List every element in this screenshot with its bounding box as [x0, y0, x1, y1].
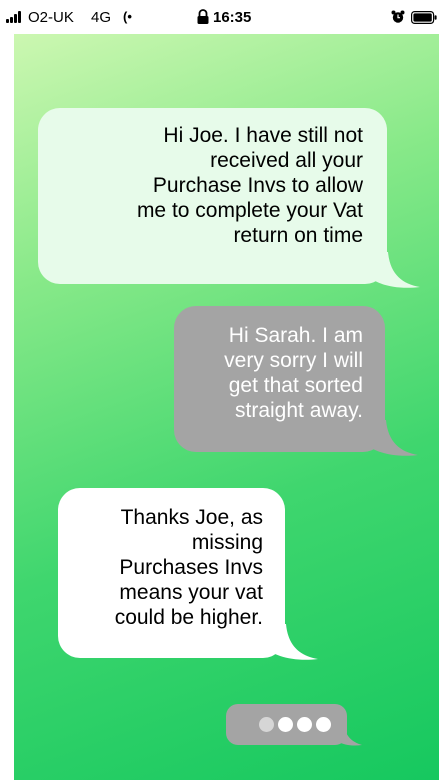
typing-dots-icon	[297, 717, 312, 732]
typing-dots-icon	[259, 717, 274, 732]
signal-bars-icon	[6, 11, 26, 23]
message-line: get that sorted	[228, 374, 363, 397]
status-bar: O2-UK 4G (• 16:35	[0, 0, 439, 34]
typing-dots-icon	[316, 717, 331, 732]
bubble-tail	[332, 724, 362, 746]
wifi-calling-icon: (•	[123, 9, 132, 24]
battery-icon	[411, 11, 437, 24]
message-line: straight away.	[235, 399, 363, 422]
message-line: Purchases Invs	[119, 556, 263, 579]
message-line: return on time	[233, 224, 363, 247]
network-type: 4G	[91, 9, 112, 26]
bubble-tail	[364, 420, 418, 456]
message-line: could be higher.	[114, 606, 263, 629]
message-bubble-incoming: Thanks Joe, as missing Purchases Invs me…	[58, 488, 285, 658]
message-line: Thanks Joe, as	[120, 506, 263, 529]
carrier-name: O2-UK	[28, 9, 74, 26]
message-line: Hi Sarah. I am	[228, 324, 363, 347]
clock-time: 16:35	[213, 9, 252, 26]
message-line: missing	[191, 531, 263, 554]
typing-indicator	[226, 704, 347, 745]
message-line: Hi Joe. I have still not	[163, 124, 363, 147]
message-line: means your vat	[119, 581, 263, 604]
message-bubble-incoming: Hi Joe. I have still not received all yo…	[38, 108, 387, 284]
bubble-tail	[264, 624, 318, 660]
lock-icon	[197, 9, 209, 24]
conversation-view: Hi Joe. I have still not received all yo…	[14, 34, 439, 780]
typing-dots-icon	[278, 717, 293, 732]
bubble-tail	[366, 252, 420, 288]
message-bubble-outgoing: Hi Sarah. I am very sorry I will get tha…	[174, 306, 385, 452]
message-line: me to complete your Vat	[136, 199, 363, 222]
message-line: very sorry I will	[224, 349, 363, 372]
phone-screen: O2-UK 4G (• 16:35 Hi Joe. I have still n…	[0, 0, 439, 780]
message-line: Purchase Invs to allow	[152, 174, 363, 197]
message-line: received all your	[210, 149, 363, 172]
alarm-icon	[391, 10, 405, 23]
